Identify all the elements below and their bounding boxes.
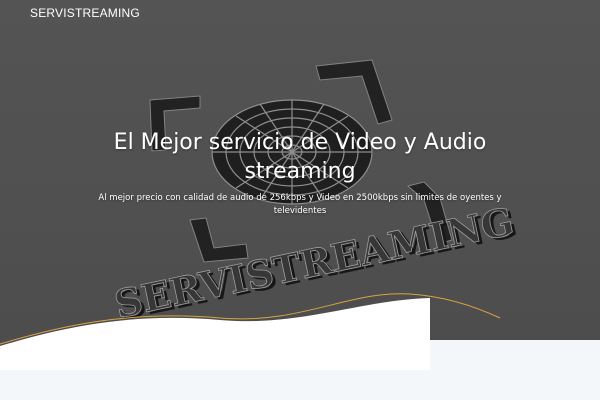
page-content-band [0,370,600,400]
hero-title: El Mejor servicio de Video y Audio strea… [113,130,487,184]
wave-divider [0,293,600,370]
hero-subtitle: Al mejor precio con calidad de audio de … [98,193,502,216]
site-brand-link[interactable]: SERVISTREAMING [30,6,140,20]
